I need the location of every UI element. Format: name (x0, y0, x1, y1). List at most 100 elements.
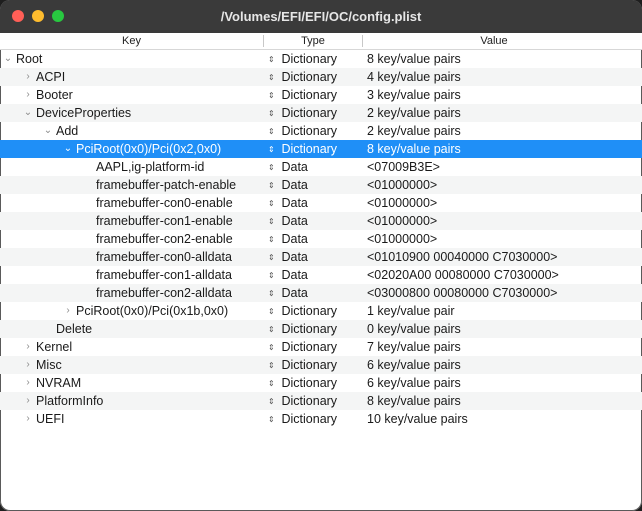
outline-row[interactable]: › Misc ⇕ Dictionary 6 key/value pairs (0, 356, 642, 374)
row-key[interactable]: PciRoot(0x0)/Pci(0x2,0x0) (76, 140, 221, 158)
row-key[interactable]: Booter (36, 86, 73, 104)
row-type-popup[interactable]: ⇕ Data (268, 176, 308, 194)
row-value[interactable]: 6 key/value pairs (367, 356, 461, 374)
row-type-popup[interactable]: ⇕ Data (268, 248, 308, 266)
row-key[interactable]: framebuffer-con0-enable (96, 194, 233, 212)
row-type-popup[interactable]: ⇕ Dictionary (268, 86, 337, 104)
row-key[interactable]: framebuffer-con2-alldata (96, 284, 232, 302)
row-key[interactable]: PlatformInfo (36, 392, 103, 410)
row-key[interactable]: Root (16, 50, 42, 68)
row-key[interactable]: PciRoot(0x0)/Pci(0x1b,0x0) (76, 302, 228, 320)
row-type-popup[interactable]: ⇕ Data (268, 158, 308, 176)
row-value[interactable]: <01000000> (367, 230, 437, 248)
chevron-right-icon[interactable]: › (23, 338, 33, 356)
row-value[interactable]: 10 key/value pairs (367, 410, 468, 428)
chevron-down-icon[interactable]: ⌄ (23, 104, 33, 122)
outline-row[interactable]: › Booter ⇕ Dictionary 3 key/value pairs (0, 86, 642, 104)
outline-row[interactable]: framebuffer-con0-alldata ⇕ Data <01010900 … (0, 248, 642, 266)
chevron-down-icon[interactable]: ⌄ (63, 140, 73, 158)
row-type-popup[interactable]: ⇕ Dictionary (268, 302, 337, 320)
row-value[interactable]: <01000000> (367, 194, 437, 212)
row-key[interactable]: framebuffer-con2-enable (96, 230, 233, 248)
row-key[interactable]: framebuffer-con1-alldata (96, 266, 232, 284)
row-key[interactable]: framebuffer-con0-alldata (96, 248, 232, 266)
outline-row[interactable]: AAPL,ig-platform-id ⇕ Data <07009B3E> (0, 158, 642, 176)
row-type-popup[interactable]: ⇕ Dictionary (268, 356, 337, 374)
row-key[interactable]: framebuffer-patch-enable (96, 176, 236, 194)
column-header-value[interactable]: Value (363, 33, 625, 49)
outline-row[interactable]: › UEFI ⇕ Dictionary 10 key/value pairs (0, 410, 642, 428)
outline-row[interactable]: framebuffer-con1-enable ⇕ Data <01000000> (0, 212, 642, 230)
outline-row[interactable]: framebuffer-con2-enable ⇕ Data <01000000> (0, 230, 642, 248)
row-type-popup[interactable]: ⇕ Data (268, 212, 308, 230)
outline-row[interactable]: › PlatformInfo ⇕ Dictionary 8 key/value pai… (0, 392, 642, 410)
row-value[interactable]: 3 key/value pairs (367, 86, 461, 104)
row-type-popup[interactable]: ⇕ Dictionary (268, 104, 337, 122)
row-value[interactable]: <02020A00 00080000 C7030000> (367, 266, 559, 284)
row-key[interactable]: DeviceProperties (36, 104, 131, 122)
row-value[interactable]: 2 key/value pairs (367, 104, 461, 122)
outline-row[interactable]: › Kernel ⇕ Dictionary 7 key/value pairs (0, 338, 642, 356)
chevron-right-icon[interactable]: › (23, 374, 33, 392)
outline-row[interactable]: framebuffer-patch-enable ⇕ Data <01000000> (0, 176, 642, 194)
outline-row[interactable]: ⌄ PciRoot(0x0)/Pci(0x2,0x0) ⇕ Dictionary 8 … (0, 140, 642, 158)
row-type-popup[interactable]: ⇕ Dictionary (268, 122, 337, 140)
row-type-popup[interactable]: ⇕ Data (268, 266, 308, 284)
outline-row[interactable]: framebuffer-con0-enable ⇕ Data <01000000> (0, 194, 642, 212)
chevron-right-icon[interactable]: › (23, 356, 33, 374)
outline-row[interactable]: framebuffer-con2-alldata ⇕ Data <03000800 … (0, 284, 642, 302)
row-value[interactable]: 2 key/value pairs (367, 122, 461, 140)
outline-row[interactable]: › ACPI ⇕ Dictionary 4 key/value pairs (0, 68, 642, 86)
outline-view[interactable]: ⌄ Root ⇕ Dictionary 8 key/value pairs › ACPI ⇕… (0, 50, 642, 511)
chevron-right-icon[interactable]: › (23, 392, 33, 410)
row-value[interactable]: 6 key/value pairs (367, 374, 461, 392)
outline-row[interactable]: › PciRoot(0x0)/Pci(0x1b,0x0) ⇕ Dictionary 1… (0, 302, 642, 320)
row-value[interactable]: <03000800 00080000 C7030000> (367, 284, 557, 302)
row-value[interactable]: <01010900 00040000 C7030000> (367, 248, 557, 266)
chevron-down-icon[interactable]: ⌄ (3, 50, 13, 68)
outline-row[interactable]: ⌄ DeviceProperties ⇕ Dictionary 2 key/value… (0, 104, 642, 122)
row-value[interactable]: <07009B3E> (367, 158, 440, 176)
row-value[interactable]: 8 key/value pairs (367, 392, 461, 410)
row-value[interactable]: <01000000> (367, 212, 437, 230)
row-key[interactable]: Kernel (36, 338, 72, 356)
row-type-popup[interactable]: ⇕ Data (268, 194, 308, 212)
row-key[interactable]: Add (56, 122, 78, 140)
row-value[interactable]: 4 key/value pairs (367, 68, 461, 86)
row-key[interactable]: AAPL,ig-platform-id (96, 158, 204, 176)
outline-row[interactable]: › NVRAM ⇕ Dictionary 6 key/value pairs (0, 374, 642, 392)
row-value[interactable]: 7 key/value pairs (367, 338, 461, 356)
row-value[interactable]: 8 key/value pairs (367, 140, 461, 158)
row-value[interactable]: 0 key/value pairs (367, 320, 461, 338)
row-key[interactable]: Delete (56, 320, 92, 338)
outline-row[interactable]: ⌄ Add ⇕ Dictionary 2 key/value pairs (0, 122, 642, 140)
row-key[interactable]: NVRAM (36, 374, 81, 392)
outline-row[interactable]: Delete ⇕ Dictionary 0 key/value pairs (0, 320, 642, 338)
row-type-popup[interactable]: ⇕ Dictionary (268, 410, 337, 428)
row-key[interactable]: Misc (36, 356, 62, 374)
column-header-type[interactable]: Type (264, 33, 362, 49)
row-key[interactable]: framebuffer-con1-enable (96, 212, 233, 230)
chevron-right-icon[interactable]: › (23, 68, 33, 86)
row-type-popup[interactable]: ⇕ Dictionary (268, 68, 337, 86)
outline-row[interactable]: framebuffer-con1-alldata ⇕ Data <02020A00 … (0, 266, 642, 284)
row-type-popup[interactable]: ⇕ Dictionary (268, 374, 337, 392)
row-value[interactable]: 8 key/value pairs (367, 50, 461, 68)
row-key[interactable]: ACPI (36, 68, 65, 86)
row-type-popup[interactable]: ⇕ Dictionary (268, 338, 337, 356)
row-key[interactable]: UEFI (36, 410, 64, 428)
outline-row[interactable]: ⌄ Root ⇕ Dictionary 8 key/value pairs (0, 50, 642, 68)
row-value[interactable]: 1 key/value pair (367, 302, 455, 320)
row-type-popup[interactable]: ⇕ Dictionary (268, 392, 337, 410)
title-bar[interactable]: /Volumes/EFI/EFI/OC/config.plist (0, 0, 642, 34)
chevron-right-icon[interactable]: › (23, 410, 33, 428)
chevron-down-icon[interactable]: ⌄ (43, 122, 53, 140)
row-type-popup[interactable]: ⇕ Dictionary (268, 140, 337, 158)
column-header-key[interactable]: Key (0, 33, 263, 49)
chevron-right-icon[interactable]: › (23, 86, 33, 104)
row-type-popup[interactable]: ⇕ Dictionary (268, 320, 337, 338)
row-type-popup[interactable]: ⇕ Data (268, 284, 308, 302)
row-type-popup[interactable]: ⇕ Data (268, 230, 308, 248)
row-value[interactable]: <01000000> (367, 176, 437, 194)
chevron-right-icon[interactable]: › (63, 302, 73, 320)
